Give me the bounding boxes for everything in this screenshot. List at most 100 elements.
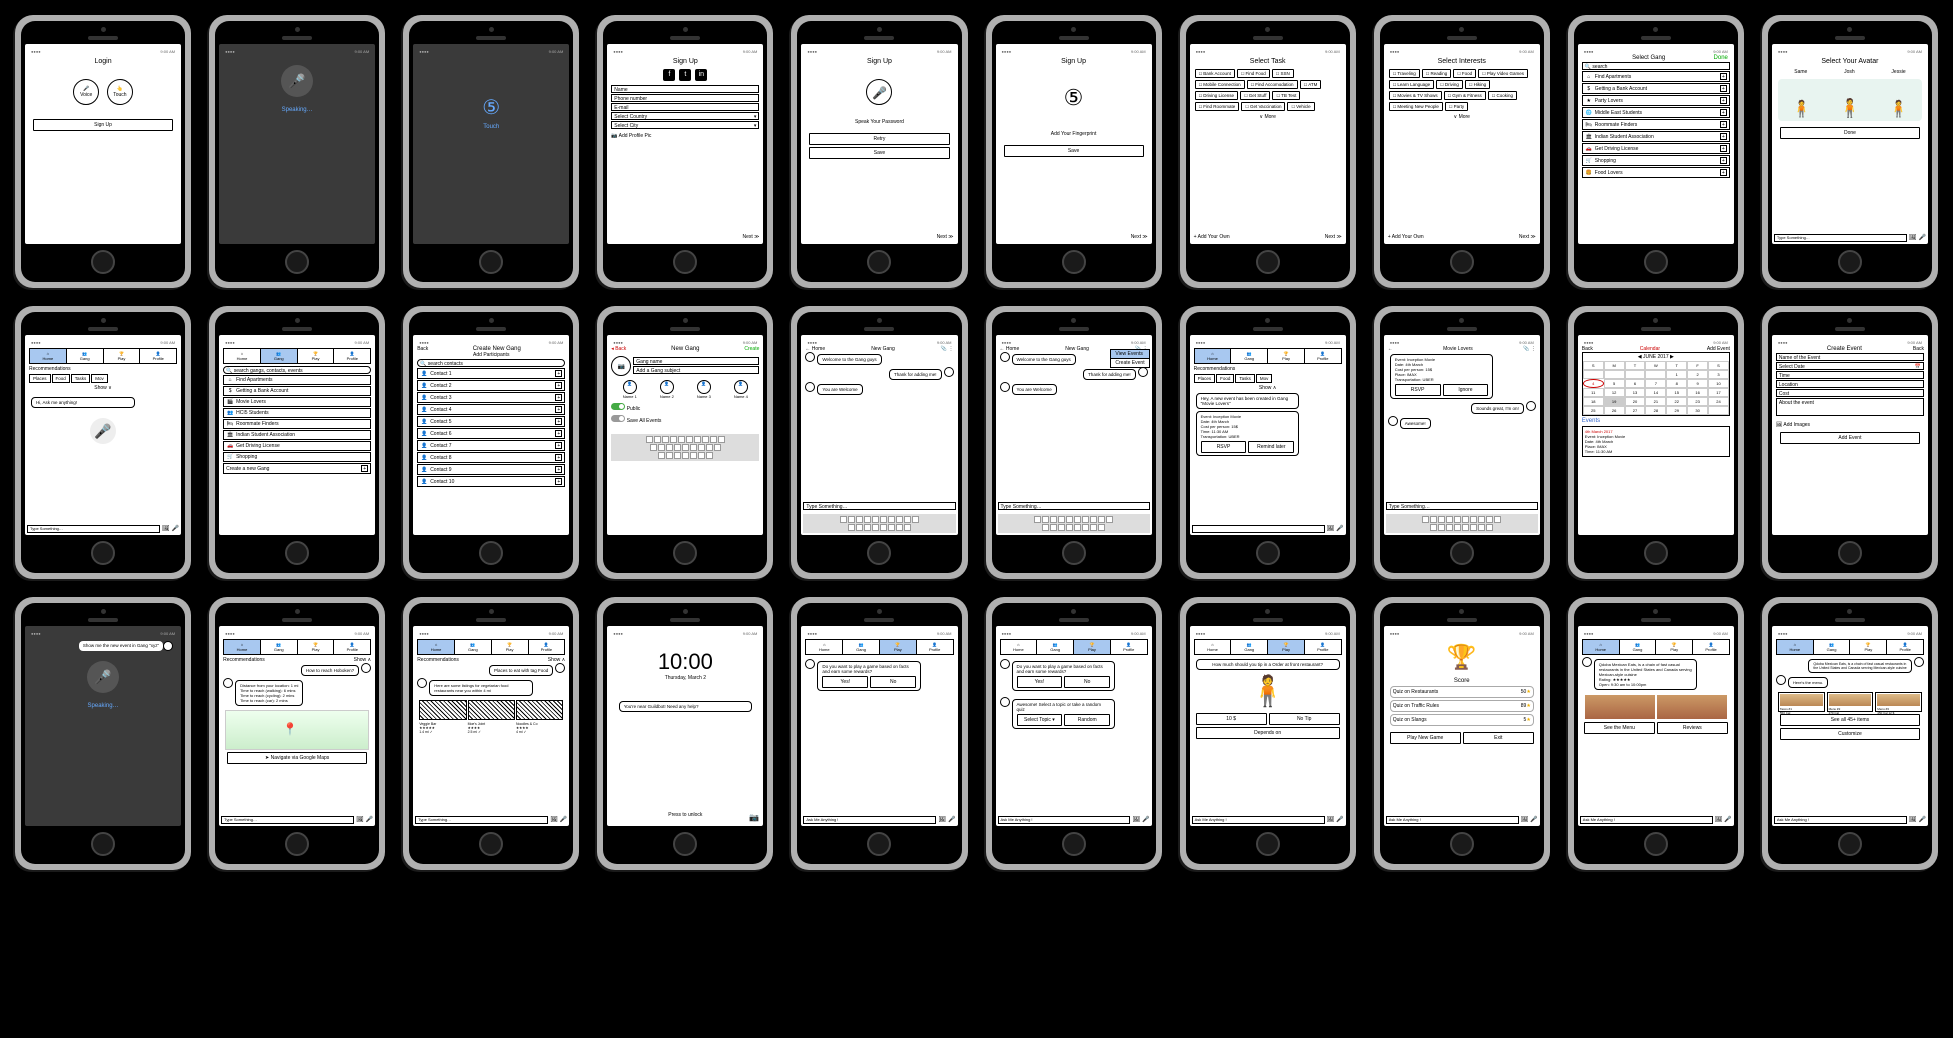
rsvp-button[interactable]: RSVP xyxy=(1395,384,1441,396)
event-field[interactable]: Cost xyxy=(1776,389,1924,397)
back-button[interactable]: Back xyxy=(417,346,428,352)
home-button[interactable] xyxy=(673,541,697,565)
mic-icon[interactable]: 🎤 xyxy=(172,525,179,533)
tab-play[interactable]: 🏆Play xyxy=(298,349,335,363)
restaurant-photo[interactable] xyxy=(1585,695,1655,719)
task-tag[interactable]: ATM xyxy=(1300,80,1322,89)
gang-row[interactable]: 🎬Movie Lovers xyxy=(223,397,371,407)
ignore-button[interactable]: Ignore xyxy=(1443,384,1489,396)
gang-row[interactable]: ★Party Lovers+ xyxy=(1582,95,1730,106)
event-field[interactable]: Name of the Event xyxy=(1776,353,1924,361)
type-input[interactable]: Type Something… xyxy=(27,525,160,533)
add-images-button[interactable]: 🖼 Add Images xyxy=(1776,422,1924,428)
home-button[interactable] xyxy=(867,832,891,856)
home-button[interactable] xyxy=(479,832,503,856)
contact-row[interactable]: 👤Contact 10+ xyxy=(417,476,565,487)
touch-button[interactable]: 👆Touch xyxy=(107,79,133,105)
tab-home[interactable]: ⌂Home xyxy=(224,349,261,363)
menu-item[interactable]: Tacos #1550 Cal xyxy=(1778,692,1825,712)
interest-tag[interactable]: Play Video Games xyxy=(1478,69,1528,78)
search-input[interactable]: 🔍 search xyxy=(1582,62,1730,70)
task-tag[interactable]: SSN xyxy=(1272,69,1294,78)
tab-home[interactable]: ⌂Home xyxy=(30,349,67,363)
gang-row[interactable]: 🛏Roommate Finders xyxy=(223,419,371,429)
participant[interactable]: 👤Name 3 xyxy=(697,380,711,399)
event-field[interactable]: Time xyxy=(1776,371,1924,379)
reviews-button[interactable]: Reviews xyxy=(1657,722,1728,734)
voice-button[interactable]: 🎤Voice xyxy=(73,79,99,105)
contact-row[interactable]: 👤Contact 4+ xyxy=(417,404,565,415)
interest-tag[interactable]: Traveling xyxy=(1389,69,1420,78)
gang-row[interactable]: 🛏Roommate Finders+ xyxy=(1582,119,1730,130)
home-button[interactable] xyxy=(1062,250,1086,274)
done-button[interactable]: Done xyxy=(1714,55,1728,61)
contact-row[interactable]: 👤Contact 1+ xyxy=(417,368,565,379)
save-button[interactable]: Save xyxy=(1004,145,1144,157)
home-button[interactable] xyxy=(1256,250,1280,274)
signup-button[interactable]: Sign Up xyxy=(33,119,173,131)
interest-tag[interactable]: Cooking xyxy=(1488,91,1517,100)
home-button[interactable] xyxy=(1450,832,1474,856)
home-button[interactable] xyxy=(1838,541,1862,565)
home-button[interactable] xyxy=(1644,250,1668,274)
avatar-option[interactable]: Jessie xyxy=(1891,69,1905,75)
contact-row[interactable]: 👤Contact 8+ xyxy=(417,452,565,463)
participant[interactable]: 👤Name 2 xyxy=(660,380,674,399)
add-pic-button[interactable]: 📷 Add Profile Pic xyxy=(611,133,759,139)
listing-thumb[interactable] xyxy=(468,700,515,720)
task-tag[interactable]: Find Accomodation xyxy=(1247,80,1298,89)
listing-thumb[interactable] xyxy=(516,700,563,720)
next-button[interactable]: Next ≫ xyxy=(1325,234,1342,240)
gang-row[interactable]: ⌂Find Apartments xyxy=(223,375,371,385)
home-button[interactable] xyxy=(867,541,891,565)
next-button[interactable]: Next ≫ xyxy=(937,234,954,240)
add-own-button[interactable]: + Add Your Own xyxy=(1388,234,1424,240)
home-button[interactable] xyxy=(673,832,697,856)
fingerprint-icon[interactable]: ⑤ xyxy=(417,95,565,120)
filter-pill[interactable]: Tasks xyxy=(71,374,91,383)
tab-profile[interactable]: 👤Profile xyxy=(140,349,176,363)
view-events-menu[interactable]: View Events xyxy=(1111,350,1148,359)
contact-row[interactable]: 👤Contact 5+ xyxy=(417,416,565,427)
next-button[interactable]: Next ≫ xyxy=(1131,234,1148,240)
gang-row[interactable]: 🏛Indian Student Association xyxy=(223,430,371,440)
gang-row[interactable]: $Getting a Bank Account xyxy=(223,386,371,396)
exit-button[interactable]: Exit xyxy=(1463,732,1534,744)
gang-name-field[interactable]: Gang name xyxy=(633,357,759,365)
listing-thumb[interactable] xyxy=(419,700,466,720)
interest-tag[interactable]: Learn Language xyxy=(1389,80,1434,89)
event-field[interactable]: Location xyxy=(1776,380,1924,388)
gang-row[interactable]: 🚗Get Driving License+ xyxy=(1582,143,1730,154)
twitter-icon[interactable]: t xyxy=(679,69,691,81)
home-button[interactable] xyxy=(91,541,115,565)
filter-pill[interactable]: Food xyxy=(1216,374,1234,383)
event-field[interactable]: About the event xyxy=(1776,398,1924,416)
gang-row[interactable]: 👥HCI5 Students xyxy=(223,408,371,418)
back-button[interactable]: Back xyxy=(1582,346,1593,352)
gang-row[interactable]: 🛒Shopping xyxy=(223,452,371,462)
task-tag[interactable]: Find Roommate xyxy=(1195,102,1240,111)
home-button[interactable] xyxy=(479,250,503,274)
gang-row[interactable]: 🛒Shopping+ xyxy=(1582,155,1730,166)
participant[interactable]: 👤Name 4 xyxy=(734,380,748,399)
restaurant-photo[interactable] xyxy=(1657,695,1727,719)
image-icon[interactable]: 🖼 xyxy=(162,525,170,533)
add-event-button[interactable]: Add Event xyxy=(1707,346,1730,352)
topic-select[interactable]: Select Topic ▾ xyxy=(1017,714,1063,726)
task-tag[interactable]: Mobile Connection xyxy=(1195,80,1245,89)
mic-icon[interactable]: 🎤 xyxy=(1919,234,1926,242)
interest-tag[interactable]: Driving xyxy=(1436,80,1463,89)
task-tag[interactable]: Vehicle xyxy=(1287,102,1314,111)
avatar-option[interactable]: Same xyxy=(1794,69,1807,75)
home-button[interactable] xyxy=(91,250,115,274)
rsvp-button[interactable]: RSVP xyxy=(1201,441,1247,453)
home-button[interactable] xyxy=(1256,832,1280,856)
create-button[interactable]: Create xyxy=(744,346,759,352)
save-events-toggle[interactable] xyxy=(611,415,625,422)
contact-row[interactable]: 👤Contact 9+ xyxy=(417,464,565,475)
create-gang-button[interactable]: Create a new Gang+ xyxy=(223,463,371,474)
task-tag[interactable]: TB Test xyxy=(1272,91,1300,100)
facebook-icon[interactable]: f xyxy=(663,69,675,81)
filter-pill[interactable]: Places xyxy=(29,374,51,383)
home-button[interactable] xyxy=(1644,541,1668,565)
